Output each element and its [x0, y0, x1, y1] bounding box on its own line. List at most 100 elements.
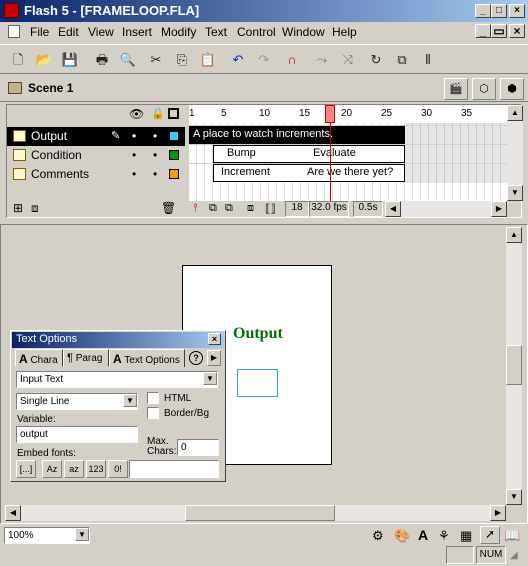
add-layer-icon[interactable]: ⊞ [13, 201, 23, 215]
stage-scroll-left[interactable]: ◀ [5, 505, 21, 521]
actions-panel-icon[interactable]: ➚ [480, 526, 500, 544]
html-checkbox[interactable] [147, 392, 159, 404]
edit-multiple-icon[interactable]: ⧈ [247, 202, 254, 215]
doc-restore-button[interactable]: ▭ [491, 24, 507, 38]
layer-color-swatch[interactable] [169, 169, 179, 179]
menu-window[interactable]: Window [282, 25, 325, 39]
minimize-button[interactable]: _ [475, 4, 491, 18]
visibility-dot[interactable]: • [132, 129, 136, 143]
stage-scroll-right[interactable]: ▶ [490, 505, 506, 521]
layer-color-swatch[interactable] [169, 150, 179, 160]
mixer-panel-icon[interactable]: 🎨 [394, 528, 410, 544]
menu-modify[interactable]: Modify [161, 25, 196, 39]
layer-color-swatch[interactable] [169, 131, 179, 141]
menu-view[interactable]: View [88, 25, 114, 39]
tab-paragraph[interactable]: ¶ Parag [63, 349, 109, 367]
timeline-scroll-left[interactable]: ◀ [385, 201, 401, 217]
layer-comments[interactable]: Comments • • [7, 165, 185, 184]
instance-panel-icon[interactable]: ⚘ [438, 528, 450, 544]
menu-file[interactable]: File [30, 25, 49, 39]
text-type-select[interactable]: Input Text ▼ [16, 371, 218, 388]
frames-grid[interactable]: 1 5 10 15 20 25 30 35 A place to watch i… [189, 105, 507, 201]
redo-icon[interactable]: ↷ [254, 50, 274, 70]
timeline-scroll-up[interactable]: ▲ [507, 105, 523, 121]
resize-grip-icon[interactable]: ◢ [510, 550, 518, 561]
onion-outline-icon[interactable]: ⧉ [225, 202, 233, 215]
timeline-scroll-right[interactable]: ▶ [491, 201, 507, 217]
menu-insert[interactable]: Insert [122, 25, 152, 39]
chevron-down-icon[interactable]: ▼ [75, 528, 89, 541]
menu-control[interactable]: Control [237, 25, 276, 39]
open-icon[interactable]: 📂 [34, 50, 54, 70]
lock-dot[interactable]: • [153, 129, 157, 143]
character-panel-icon[interactable]: A [418, 527, 428, 543]
playhead[interactable] [325, 105, 335, 123]
straighten-icon[interactable]: ⤨ [338, 50, 358, 70]
embed-punctuation-button[interactable]: 0! [108, 460, 128, 478]
snap-magnet-icon[interactable]: ∩ [282, 50, 302, 70]
edit-scene-button[interactable]: 🎬 [444, 78, 468, 100]
edit-symbols-button[interactable]: ⬡ [472, 78, 496, 100]
embed-uppercase-button[interactable]: Az [42, 460, 62, 478]
tab-text-options[interactable]: A Text Options [109, 349, 185, 367]
panel-title-bar[interactable]: Text Options × [12, 332, 224, 348]
embed-numbers-button[interactable]: 123 [86, 460, 106, 478]
menu-help[interactable]: Help [332, 25, 357, 39]
onion-skin-icon[interactable]: ⧉ [209, 202, 217, 215]
doc-close-button[interactable]: × [509, 24, 525, 38]
chevron-down-icon[interactable]: ▼ [123, 394, 137, 407]
undo-icon[interactable]: ↶ [228, 50, 248, 70]
embed-characters-input[interactable] [129, 460, 219, 478]
menu-edit[interactable]: Edit [58, 25, 79, 39]
embed-all-button[interactable]: [...] [16, 460, 36, 478]
zoom-button[interactable]: ⬢ [500, 78, 524, 100]
visibility-dot[interactable]: • [132, 148, 136, 162]
lock-dot[interactable]: • [153, 148, 157, 162]
input-text-field[interactable] [237, 369, 278, 397]
smooth-icon[interactable]: ⤳ [312, 50, 332, 70]
embed-lowercase-button[interactable]: az [64, 460, 84, 478]
rotate-icon[interactable]: ↻ [366, 50, 386, 70]
visibility-dot[interactable]: • [132, 167, 136, 181]
stage-hscroll-thumb[interactable] [185, 505, 335, 521]
timeline-hscroll[interactable] [401, 201, 491, 217]
add-guide-layer-icon[interactable]: ⧈ [31, 201, 39, 216]
movie-explorer-icon[interactable]: ▦ [460, 528, 472, 544]
chevron-down-icon[interactable]: ▼ [203, 372, 217, 385]
align-icon[interactable]: ⫴ [418, 50, 438, 70]
menu-text[interactable]: Text [205, 25, 227, 39]
layer-condition[interactable]: Condition • • [7, 146, 185, 165]
cut-icon[interactable]: ✂ [146, 50, 166, 70]
close-button[interactable]: × [509, 4, 525, 18]
paste-icon[interactable]: 📋 [198, 50, 218, 70]
print-icon[interactable]: 🖶 [92, 50, 112, 70]
outline-icon[interactable] [168, 108, 179, 119]
layer-output[interactable]: Output ✎ • • [7, 127, 185, 146]
eye-icon[interactable]: 👁 [129, 107, 144, 121]
stage-scroll-down[interactable]: ▼ [506, 489, 522, 505]
stage-scroll-up[interactable]: ▲ [506, 227, 522, 243]
new-icon[interactable]: 🗋 [8, 50, 28, 70]
max-chars-input[interactable]: 0 [177, 439, 219, 456]
panel-close-button[interactable]: × [208, 333, 221, 345]
border-bg-checkbox[interactable] [147, 407, 159, 419]
help-icon[interactable]: ? [189, 351, 203, 365]
library-icon[interactable]: 📖 [504, 528, 520, 544]
zoom-select[interactable]: 100% ▼ [4, 527, 90, 544]
maximize-button[interactable]: □ [491, 4, 507, 18]
scale-icon[interactable]: ⧉ [392, 50, 412, 70]
copy-icon[interactable]: ⎘ [172, 50, 192, 70]
timeline-scroll-down[interactable]: ▼ [507, 185, 523, 201]
tab-character[interactable]: A Chara [15, 349, 63, 367]
panel-menu-arrow-icon[interactable]: ▶ [207, 350, 221, 366]
line-type-select[interactable]: Single Line ▼ [16, 393, 138, 410]
modify-markers-icon[interactable]: ⟦⟧ [265, 202, 276, 215]
delete-layer-icon[interactable]: 🗑 [161, 201, 176, 215]
variable-input[interactable]: output [16, 426, 138, 443]
doc-minimize-button[interactable]: _ [475, 24, 491, 38]
timeline-vscroll[interactable] [507, 121, 523, 185]
print-preview-icon[interactable]: 🔍 [118, 50, 138, 70]
center-frame-icon[interactable]: ⫯ [193, 202, 198, 215]
stage-vscroll-thumb[interactable] [506, 345, 522, 385]
lock-dot[interactable]: • [153, 167, 157, 181]
